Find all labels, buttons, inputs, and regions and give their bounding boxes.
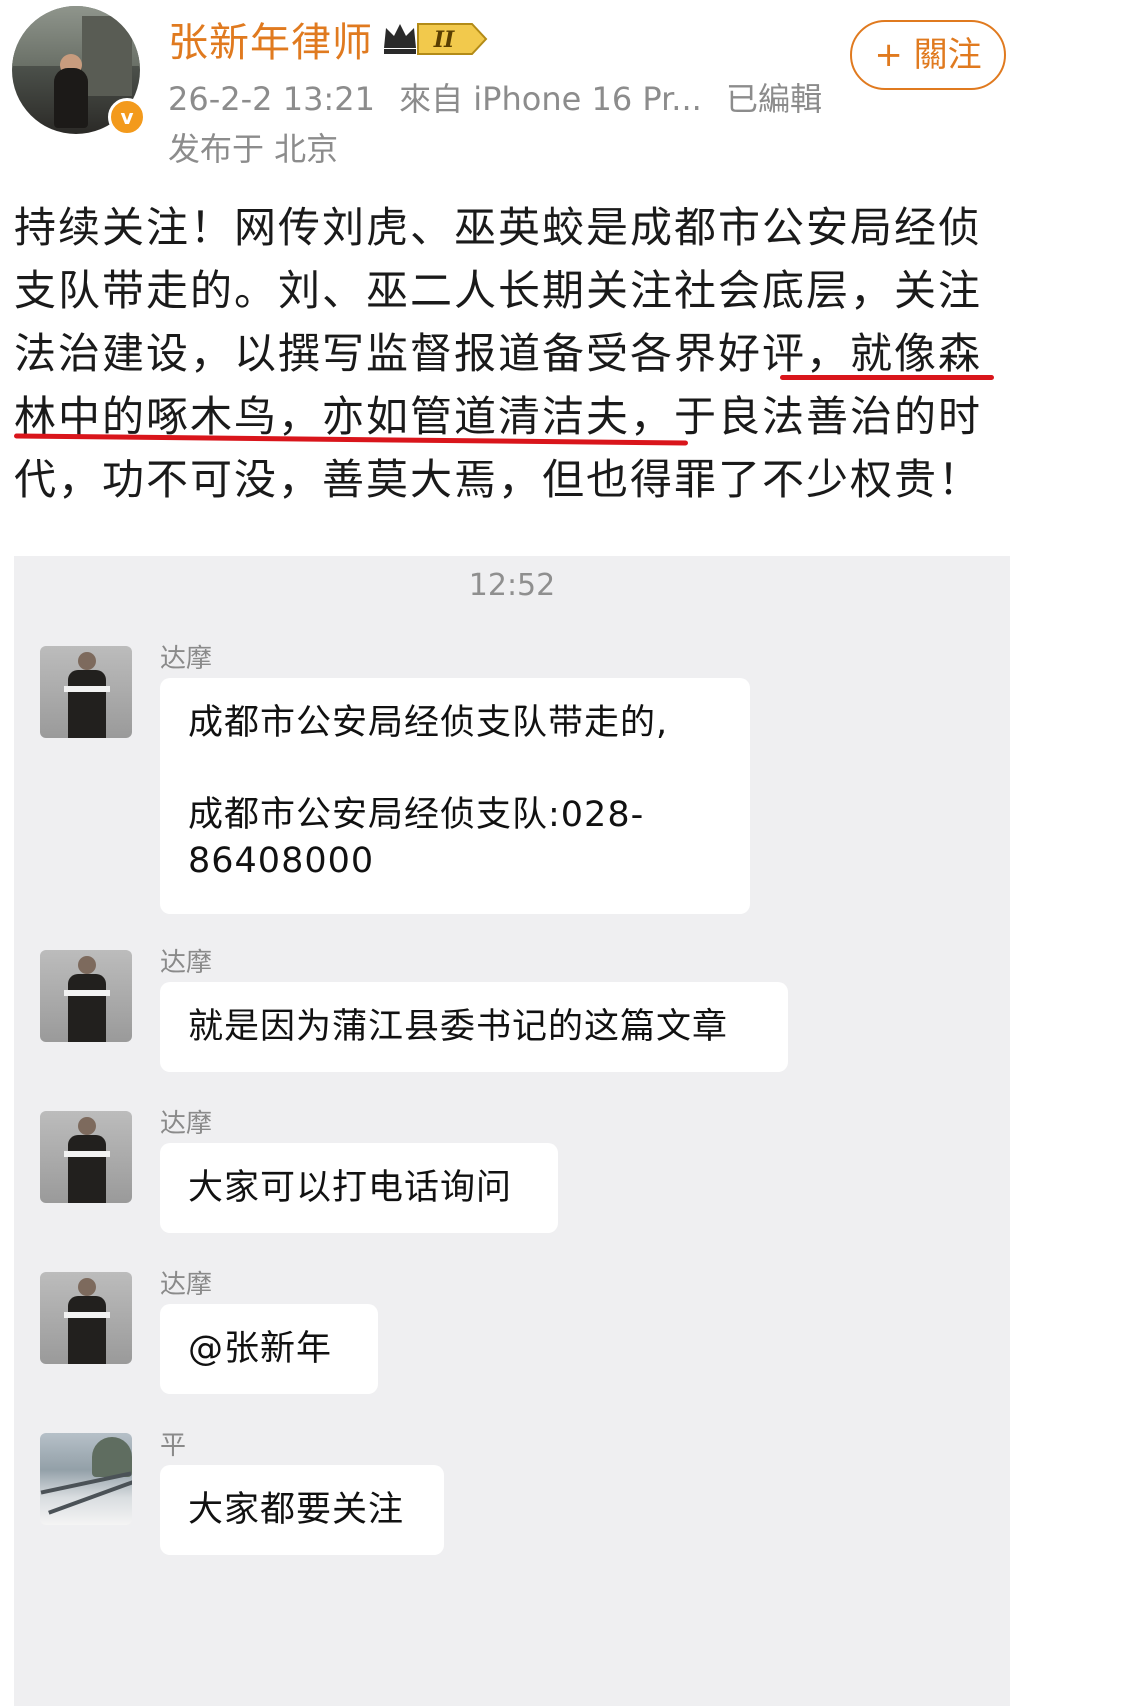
post-meta: 26-2-2 13:21 來自 iPhone 16 Pr... 已編輯 bbox=[168, 74, 836, 120]
post-text-line: 持续关注！网传刘虎、巫英蛟是成都市公安局经侦 bbox=[14, 203, 983, 252]
author-name[interactable]: 张新年律师 bbox=[168, 10, 373, 68]
post-text-line: 代，功不可没，善莫大焉，但也得罪了不少权贵！ bbox=[14, 455, 983, 504]
message-bubble[interactable]: 大家都要关注 bbox=[160, 1465, 444, 1555]
highlight-underline bbox=[780, 375, 994, 380]
message-text bbox=[188, 746, 722, 792]
sender-name: 达摩 bbox=[160, 948, 213, 978]
verified-v-icon: v bbox=[108, 98, 146, 136]
post-location: 发布于 北京 bbox=[168, 130, 339, 168]
author-avatar[interactable]: v bbox=[12, 6, 146, 136]
message-bubble[interactable]: @张新年 bbox=[160, 1304, 378, 1394]
sender-name: 平 bbox=[160, 1431, 187, 1461]
post-text-line: 支队带走的。刘、巫二人长期关注社会底层，关注 bbox=[14, 266, 983, 315]
message-text: 大家可以打电话询问 bbox=[188, 1168, 513, 1208]
message-bubble[interactable]: 大家可以打电话询问 bbox=[160, 1143, 558, 1233]
chat-time: 12:52 bbox=[468, 568, 556, 603]
message-text: 成都市公安局经侦支队带走的, bbox=[188, 703, 669, 743]
crown-badge-icon: II bbox=[384, 23, 488, 55]
sender-avatar[interactable] bbox=[40, 950, 132, 1042]
message-bubble[interactable]: 成都市公安局经侦支队带走的, 成都市公安局经侦支队:028- 86408000 bbox=[160, 678, 750, 914]
message-text: 大家都要关注 bbox=[188, 1490, 405, 1530]
edited-label[interactable]: 已編輯 bbox=[726, 80, 822, 118]
badge-level: II bbox=[433, 27, 455, 53]
sender-name: 达摩 bbox=[160, 1109, 213, 1139]
message-text: @张新年 bbox=[188, 1329, 333, 1369]
sender-avatar[interactable] bbox=[40, 1272, 132, 1364]
chat-screenshot: 12:52 达摩 成都市公安局经侦支队带走的, 成都市公安局经侦支队:028- … bbox=[14, 556, 1010, 1706]
message-text: 成都市公安局经侦支队:028- bbox=[188, 795, 645, 835]
follow-button[interactable]: + 關注 bbox=[850, 20, 1006, 90]
post-timestamp: 26-2-2 13:21 bbox=[168, 80, 375, 118]
post-source[interactable]: 來自 iPhone 16 Pr... bbox=[399, 80, 702, 118]
message-text: 就是因为蒲江县委书记的这篇文章 bbox=[188, 1007, 729, 1047]
post-header: v 张新年律师 II 26-2-2 13:21 來自 iPhone 16 Pr.… bbox=[0, 0, 1141, 200]
message-bubble[interactable]: 就是因为蒲江县委书记的这篇文章 bbox=[160, 982, 788, 1072]
sender-name: 达摩 bbox=[160, 1270, 213, 1300]
post-body: 持续关注！网传刘虎、巫英蛟是成都市公安局经侦 支队带走的。刘、巫二人长期关注社会… bbox=[14, 196, 1014, 511]
sender-name: 达摩 bbox=[160, 644, 213, 674]
sender-avatar[interactable] bbox=[40, 1111, 132, 1203]
message-text: 86408000 bbox=[188, 841, 375, 881]
sender-avatar[interactable] bbox=[40, 646, 132, 738]
sender-avatar[interactable] bbox=[40, 1433, 132, 1525]
